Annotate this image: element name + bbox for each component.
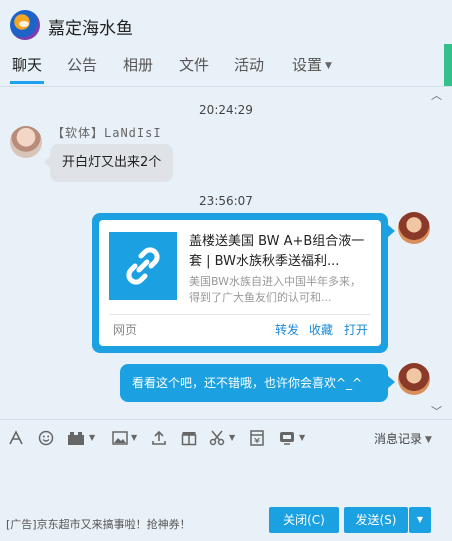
tab-settings[interactable]: 设置 ▼	[292, 54, 332, 84]
image-icon[interactable]	[110, 428, 130, 448]
user-avatar-icon[interactable]	[10, 126, 42, 158]
font-icon[interactable]	[6, 428, 26, 448]
favorite-button[interactable]: 收藏	[309, 321, 333, 338]
group-avatar[interactable]	[10, 10, 40, 40]
send-options-button[interactable]: ▼	[409, 507, 431, 533]
tab-album[interactable]: 相册	[123, 54, 153, 84]
scrollbar[interactable]	[446, 103, 448, 399]
outgoing-message-bubble[interactable]: 看看这个吧，还不错哦，也许你会喜欢^_^	[120, 364, 395, 402]
message-timestamp: 20:24:29	[199, 103, 253, 117]
tab-files[interactable]: 文件	[179, 54, 209, 84]
chevron-down-icon: ▼	[416, 515, 424, 524]
message-list[interactable]: ︿ ﹀ 20:24:29 【软体】LaNdIsI 开白灯又出来2个 23:56:…	[0, 87, 452, 419]
compose-area: ▼ ▼ ▼ ▼ 消息记录 ▼ [广告]京东超市又来搞事啦！抢神券！ 关闭(C) 发…	[0, 419, 452, 541]
chevron-down-icon: ▼	[325, 60, 332, 71]
tab-chat[interactable]: 聊天	[9, 54, 45, 84]
link-icon	[109, 232, 177, 300]
link-card-body[interactable]: 盖楼送美国 BW A+B组合液一套 | BW水族秋季送福利... 美国BW水族自…	[99, 220, 381, 346]
tab-activity[interactable]: 活动	[234, 54, 264, 84]
screen-share-icon[interactable]	[277, 428, 297, 448]
chevron-down-icon[interactable]: ▼	[131, 433, 137, 442]
chevron-down-icon: ▼	[425, 434, 432, 445]
group-title[interactable]: 嘉定海水鱼	[48, 14, 133, 39]
message-timestamp: 23:56:07	[199, 194, 253, 208]
emoji-icon[interactable]	[36, 428, 56, 448]
sender-name[interactable]: 【软体】LaNdIsI	[52, 124, 162, 141]
box-icon[interactable]	[179, 428, 199, 448]
send-button[interactable]: 发送(S)	[344, 507, 408, 533]
message-input[interactable]	[4, 454, 448, 510]
forward-button[interactable]: 转发	[275, 321, 299, 338]
ad-banner[interactable]: [广告]京东超市又来搞事啦！抢神券！	[6, 516, 191, 532]
link-card-description: 美国BW水族自进入中国半年多来，得到了广大鱼友们的认可和...	[189, 275, 362, 304]
scroll-up-icon[interactable]: ︿	[431, 87, 442, 103]
chevron-down-icon[interactable]: ▼	[89, 433, 95, 442]
divider	[109, 314, 371, 315]
red-packet-icon[interactable]	[247, 428, 267, 448]
self-avatar-icon[interactable]	[398, 212, 430, 244]
gift-icon[interactable]	[66, 428, 86, 448]
self-avatar-icon[interactable]	[398, 363, 430, 395]
scissors-icon[interactable]	[207, 428, 227, 448]
side-panel-handle[interactable]	[444, 44, 452, 86]
link-card-title[interactable]: 盖楼送美国 BW A+B组合液一套 | BW水族秋季送福利...	[189, 232, 371, 272]
message-history-button[interactable]: 消息记录 ▼	[374, 430, 432, 447]
link-card-source: 网页	[113, 323, 138, 337]
chevron-down-icon[interactable]: ▼	[299, 433, 305, 442]
incoming-message-bubble[interactable]: 开白灯又出来2个	[43, 144, 174, 182]
tab-announcement[interactable]: 公告	[67, 54, 97, 84]
open-button[interactable]: 打开	[344, 321, 368, 338]
upload-icon[interactable]	[149, 428, 169, 448]
chevron-down-icon[interactable]: ▼	[229, 433, 235, 442]
close-button[interactable]: 关闭(C)	[269, 507, 339, 533]
scroll-down-icon[interactable]: ﹀	[431, 403, 442, 419]
tab-bar: 聊天 公告 相册 文件 活动 设置 ▼	[0, 52, 440, 86]
chat-header: 嘉定海水鱼 聊天 公告 相册 文件 活动 设置 ▼	[0, 0, 452, 88]
shared-link-card[interactable]: 盖楼送美国 BW A+B组合液一套 | BW水族秋季送福利... 美国BW水族自…	[92, 213, 395, 353]
